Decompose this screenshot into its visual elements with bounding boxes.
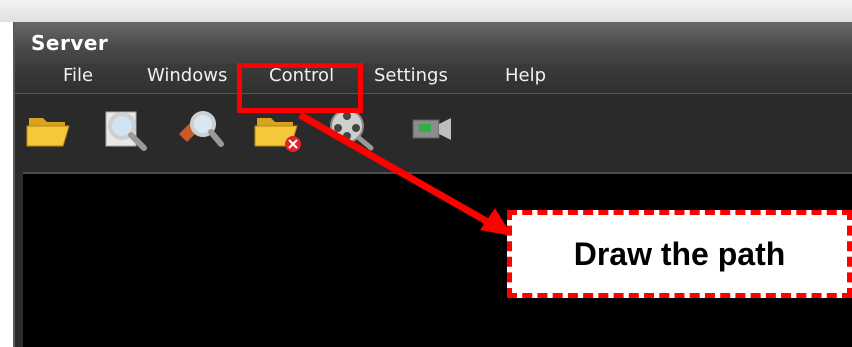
- open-folder-icon[interactable]: [25, 104, 75, 154]
- toolbar: [15, 94, 852, 172]
- video-camera-icon[interactable]: [407, 104, 457, 154]
- search-edit-icon[interactable]: [175, 104, 225, 154]
- server-window: Server File Windows Control Settings Hel…: [13, 22, 852, 347]
- menu-help[interactable]: Help: [505, 65, 546, 86]
- search-icon[interactable]: [100, 104, 150, 154]
- menu-file[interactable]: File: [63, 65, 93, 86]
- control-menu-highlight: [237, 63, 363, 113]
- cropped-top-strip: [0, 0, 852, 22]
- title-bar: Server: [15, 22, 852, 64]
- callout-box: Draw the path: [507, 210, 852, 298]
- window-title: Server: [31, 31, 109, 55]
- menu-windows[interactable]: Windows: [147, 65, 227, 86]
- menu-bar: File Windows Control Settings Help: [15, 64, 852, 94]
- menu-settings[interactable]: Settings: [374, 65, 448, 86]
- callout-text: Draw the path: [573, 235, 786, 272]
